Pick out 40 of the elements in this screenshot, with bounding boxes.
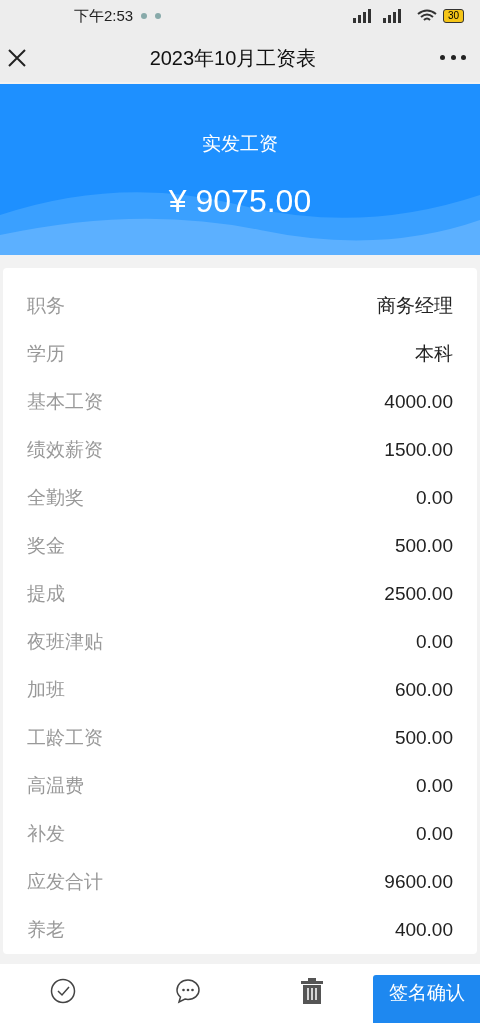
item-label: 提成 xyxy=(27,581,65,606)
item-value: 商务经理 xyxy=(377,293,453,318)
close-button[interactable] xyxy=(8,48,26,67)
item-value: 9600.00 xyxy=(384,869,453,894)
item-label: 加班 xyxy=(27,677,65,702)
item-label: 全勤奖 xyxy=(27,485,84,510)
more-button[interactable] xyxy=(440,53,466,62)
item-label: 奖金 xyxy=(27,533,65,558)
net-pay-amount: ¥ 9075.00 xyxy=(168,181,312,221)
item-label: 养老 xyxy=(27,917,65,942)
item-label: 基本工资 xyxy=(27,389,103,414)
item-value: 4000.00 xyxy=(384,389,453,414)
item-label: 补发 xyxy=(27,821,65,846)
battery-indicator: 30 xyxy=(442,9,464,24)
item-value: 0.00 xyxy=(416,485,453,510)
item-label: 应发合计 xyxy=(27,869,103,894)
item-value: 0.00 xyxy=(416,629,453,654)
item-value: 1500.00 xyxy=(384,437,453,462)
item-value: 0.00 xyxy=(416,773,453,798)
item-label: 学历 xyxy=(27,341,65,366)
item-label: 职务 xyxy=(27,293,65,318)
comment-icon[interactable] xyxy=(175,978,202,1004)
trash-icon[interactable] xyxy=(301,978,324,1004)
item-value: 600.00 xyxy=(394,677,453,702)
page-title: 2023年10月工资表 xyxy=(149,45,317,71)
item-value: 500.00 xyxy=(394,533,453,558)
item-value: 2500.00 xyxy=(384,581,453,606)
item-label: 高温费 xyxy=(27,773,84,798)
status-time: 下午2:53 xyxy=(74,6,134,27)
item-value: 400.00 xyxy=(394,917,453,942)
check-circle-icon[interactable] xyxy=(49,978,76,1004)
item-label: 绩效薪资 xyxy=(27,437,103,462)
item-value: 0.00 xyxy=(416,821,453,846)
close-icon xyxy=(8,48,26,67)
net-pay-label: 实发工资 xyxy=(202,132,278,157)
item-label: 工龄工资 xyxy=(27,725,103,750)
item-value: 500.00 xyxy=(394,725,453,750)
sign-confirm-button[interactable]: 签名确认 xyxy=(373,975,480,1023)
item-value: 本科 xyxy=(415,341,453,366)
item-label: 夜班津贴 xyxy=(27,629,103,654)
